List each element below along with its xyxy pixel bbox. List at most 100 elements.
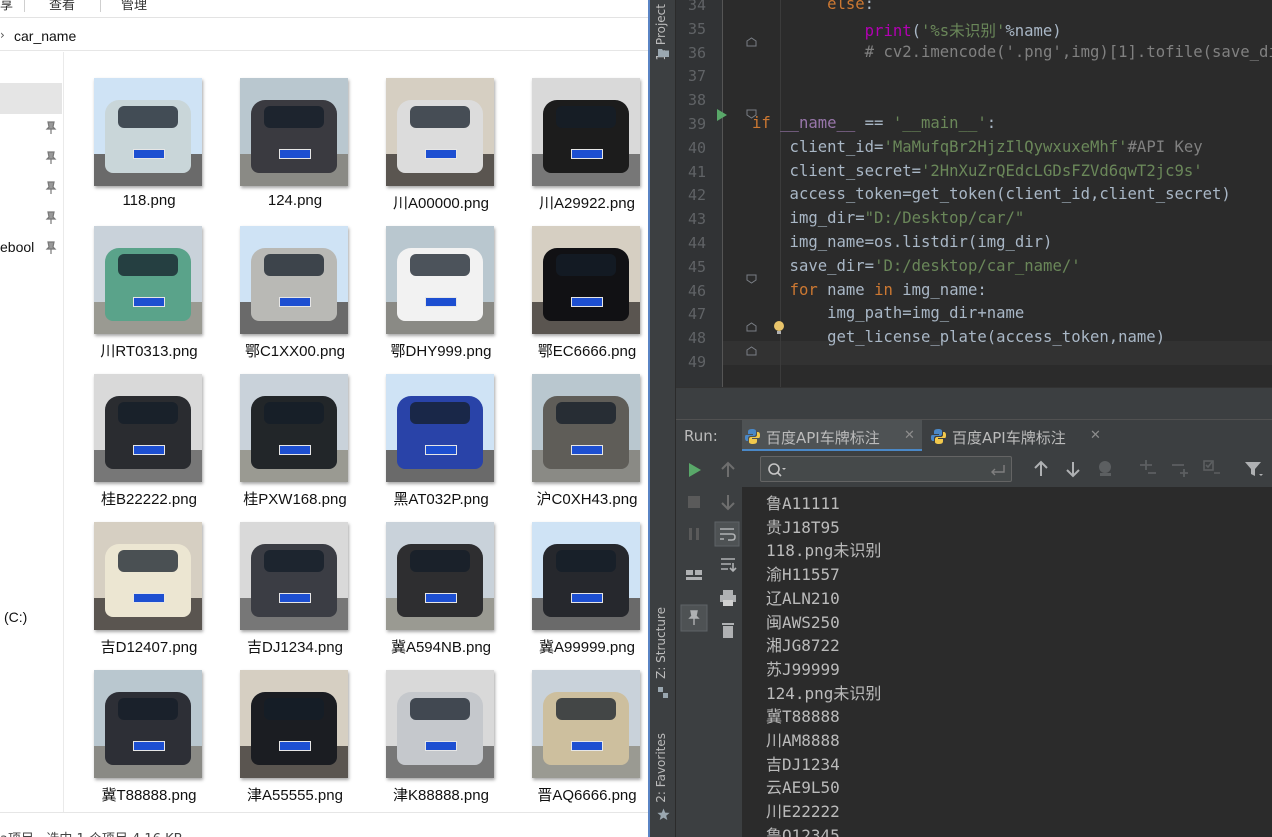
image-thumbnail[interactable] [386, 522, 494, 630]
code-line[interactable]: for name in img_name: [752, 281, 987, 299]
file-item[interactable]: 川RT0313.png [64, 200, 210, 360]
image-thumbnail[interactable] [532, 670, 640, 778]
layout-icon[interactable] [684, 565, 704, 585]
image-thumbnail[interactable] [94, 78, 202, 186]
file-item[interactable]: 鄂DHY999.png [356, 200, 502, 360]
code-line[interactable]: client_id='MaMufqBr2HjzIlQywxuxeMhf'#API… [752, 138, 1203, 156]
pin-tab-icon[interactable] [680, 604, 708, 632]
arrow-up-icon[interactable] [1032, 459, 1050, 479]
image-thumbnail[interactable] [240, 670, 348, 778]
pause-icon[interactable] [684, 524, 704, 544]
search-icon[interactable] [767, 462, 787, 478]
code-line[interactable]: img_name=os.listdir(img_dir) [752, 233, 1053, 251]
image-thumbnail[interactable] [94, 522, 202, 630]
code-line[interactable]: access_token=get_token(client_id,client_… [752, 185, 1231, 203]
code-line[interactable]: img_path=img_dir+name [752, 304, 1024, 322]
image-thumbnail[interactable] [532, 522, 640, 630]
image-thumbnail[interactable] [532, 374, 640, 482]
ribbon-tab-manage[interactable]: 管理 [121, 0, 147, 13]
file-item[interactable]: 冀A99999.png [502, 496, 648, 656]
image-thumbnail[interactable] [94, 670, 202, 778]
code-line[interactable]: save_dir='D:/desktop/car_name/' [752, 257, 1081, 275]
image-thumbnail[interactable] [94, 374, 202, 482]
code-line[interactable]: # cv2.imencode('.png',img)[1].tofile(sav… [752, 43, 1272, 61]
close-tab-icon[interactable]: ✕ [1090, 428, 1101, 443]
pin-icon[interactable] [44, 121, 58, 135]
ribbon-tab-view[interactable]: 查看 [49, 0, 75, 13]
arrow-up-icon[interactable] [718, 460, 738, 480]
image-thumbnail[interactable] [386, 670, 494, 778]
filter-icon[interactable] [1244, 459, 1264, 479]
file-item[interactable]: 冀T88888.png [64, 644, 210, 804]
pin-icon[interactable] [44, 241, 58, 255]
select-all-icon[interactable] [1202, 459, 1222, 479]
fold-marker-icon[interactable] [746, 346, 757, 357]
code-line[interactable]: else: [752, 0, 874, 13]
image-thumbnail[interactable] [94, 226, 202, 334]
file-item[interactable]: 桂PXW168.png [210, 348, 356, 508]
file-item[interactable]: 川A00000.png [356, 52, 502, 212]
file-item[interactable]: 鄂EC6666.png [502, 200, 648, 360]
image-thumbnail[interactable] [386, 78, 494, 186]
print-icon[interactable] [718, 588, 738, 608]
image-thumbnail[interactable] [532, 226, 640, 334]
file-name[interactable]: 晋AQ6666.png [499, 784, 648, 805]
breadcrumb-chevron-icon[interactable]: › [0, 28, 5, 42]
structure-tool-tab[interactable]: Z: Structure [654, 607, 668, 679]
nav-item-drive-c[interactable]: (C:) [4, 609, 27, 625]
pin-icon[interactable] [44, 151, 58, 165]
file-item[interactable]: 晋AQ6666.png [502, 644, 648, 804]
arrow-down-icon[interactable] [718, 492, 738, 512]
file-item[interactable]: 川A29922.png [502, 52, 648, 212]
console-output[interactable]: 鲁A11111 贵J18T95 118.png未识别 渝H11557 辽ALN210 闽A… [742, 487, 1272, 837]
image-thumbnail[interactable] [240, 522, 348, 630]
run-tab-active[interactable]: 百度API车牌标注 ✕ [742, 420, 922, 452]
file-item[interactable]: 沪C0XH43.png [502, 348, 648, 508]
image-thumbnail[interactable] [386, 226, 494, 334]
folder-icon[interactable] [657, 46, 670, 59]
nav-item-selected[interactable] [0, 83, 62, 114]
console-search-input[interactable] [760, 456, 1012, 482]
file-item[interactable]: 桂B22222.png [64, 348, 210, 508]
file-item[interactable]: 黑AT032P.png [356, 348, 502, 508]
image-thumbnail[interactable] [240, 226, 348, 334]
rerun-icon[interactable] [684, 460, 704, 480]
trash-icon[interactable] [718, 620, 738, 640]
run-gutter-icon[interactable] [716, 108, 728, 122]
code-line[interactable]: print('%s未识别'%name) [752, 19, 1062, 41]
stop-icon[interactable] [684, 492, 704, 512]
image-thumbnail[interactable] [532, 78, 640, 186]
breadcrumb-folder[interactable]: car_name [14, 28, 76, 44]
find-icon[interactable] [1096, 459, 1116, 479]
code-line[interactable]: client_secret='2HnXuZrQEdcLGDsFZVd6qwT2j… [752, 162, 1203, 180]
structure-icon[interactable] [657, 686, 670, 699]
soft-wrap-icon[interactable] [714, 521, 740, 547]
pin-icon[interactable] [44, 181, 58, 195]
scroll-to-end-icon[interactable] [718, 555, 738, 575]
image-thumbnail[interactable] [386, 374, 494, 482]
star-icon[interactable] [657, 808, 670, 821]
favorites-tool-tab[interactable]: 2: Favorites [654, 733, 668, 803]
code-line[interactable]: img_dir="D:/Desktop/car/" [752, 209, 1025, 227]
file-item[interactable]: 124.png [210, 52, 356, 209]
file-item[interactable]: 吉DJ1234.png [210, 496, 356, 656]
ribbon-tab-share[interactable]: 享 [0, 0, 13, 13]
code-editor[interactable]: 34 35 36 37 38 39 40 41 42 43 44 45 46 47 48 49 else: p… [676, 0, 1272, 387]
file-item[interactable]: 津K88888.png [356, 644, 502, 804]
file-item[interactable]: 冀A594NB.png [356, 496, 502, 656]
arrow-down-icon[interactable] [1064, 459, 1082, 479]
file-item[interactable]: 118.png [64, 52, 210, 209]
add-occurrence-icon[interactable] [1138, 459, 1158, 479]
pin-icon[interactable] [44, 211, 58, 225]
code-line[interactable]: if __name__ == '__main__': [752, 114, 996, 132]
code-line[interactable]: get_license_plate(access_token,name) [752, 328, 1165, 346]
image-thumbnail[interactable] [240, 78, 348, 186]
explorer-scrollbar[interactable] [632, 52, 648, 812]
run-tab[interactable]: 百度API车牌标注 ✕ [928, 420, 1108, 452]
close-tab-icon[interactable]: ✕ [904, 428, 915, 443]
file-item[interactable]: 吉D12407.png [64, 496, 210, 656]
file-item[interactable]: 鄂C1XX00.png [210, 200, 356, 360]
editor-run-splitter[interactable] [676, 387, 1272, 419]
image-thumbnail[interactable] [240, 374, 348, 482]
nav-item-pinned-folder[interactable]: ebool [0, 239, 34, 255]
